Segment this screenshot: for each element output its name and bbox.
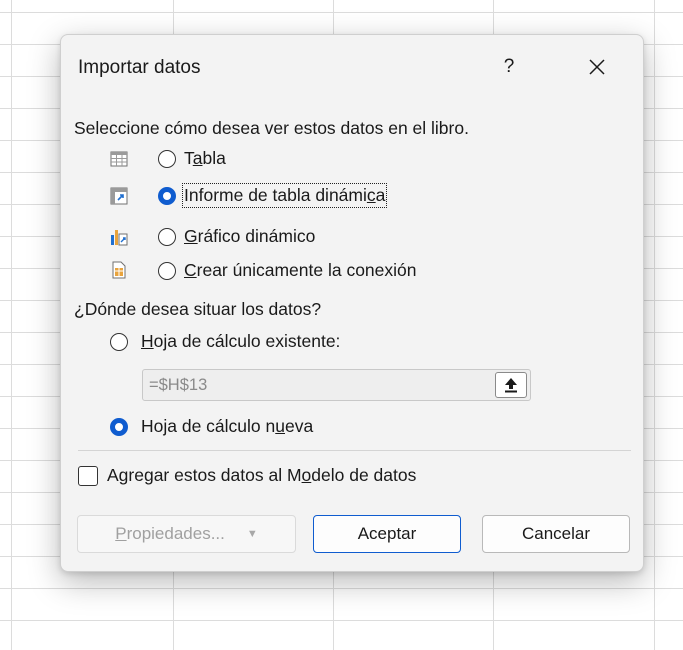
existing-sheet-label[interactable]: Hoja de cálculo existente: xyxy=(141,331,340,352)
table-icon xyxy=(110,151,128,167)
location-heading: ¿Dónde desea situar los datos? xyxy=(74,299,322,319)
radio-table[interactable] xyxy=(158,150,176,168)
connection-only-icon xyxy=(112,261,126,279)
close-button[interactable] xyxy=(579,49,615,85)
radio-existing-sheet[interactable] xyxy=(110,333,128,351)
radio-pivot-chart[interactable] xyxy=(158,228,176,246)
import-data-dialog: Importar datos ? Seleccione cómo desea v… xyxy=(60,34,644,572)
help-button[interactable]: ? xyxy=(491,49,527,85)
pivot-table-icon xyxy=(110,187,128,205)
data-model-label[interactable]: Agregar estos datos al Modelo de datos xyxy=(107,465,416,486)
cell-reference-input[interactable]: =$H$13 xyxy=(142,369,531,401)
cancel-button[interactable]: Cancelar xyxy=(482,515,630,553)
radio-new-sheet[interactable] xyxy=(110,418,128,436)
close-icon xyxy=(589,59,605,75)
pivot-chart-icon xyxy=(111,230,128,246)
ok-button[interactable]: Aceptar xyxy=(313,515,461,553)
divider xyxy=(78,450,631,451)
radio-connection-only[interactable] xyxy=(158,262,176,280)
option-pivot-chart-label[interactable]: Gráfico dinámico xyxy=(184,226,315,247)
upload-arrow-icon xyxy=(505,378,517,393)
option-pivot-table-label[interactable]: Informe de tabla dinámica xyxy=(181,183,388,208)
view-heading: Seleccione cómo desea ver estos datos en… xyxy=(74,118,469,138)
option-table-label[interactable]: Tabla xyxy=(184,148,226,169)
data-model-checkbox[interactable] xyxy=(78,466,98,486)
chevron-down-icon: ▼ xyxy=(246,528,258,540)
collapse-dialog-button[interactable] xyxy=(495,372,527,398)
radio-pivot-table[interactable] xyxy=(158,187,176,205)
dialog-title: Importar datos xyxy=(78,57,201,78)
option-connection-only-label[interactable]: Crear únicamente la conexión xyxy=(184,260,417,281)
properties-button[interactable]: Propiedades... ▼ xyxy=(77,515,296,553)
properties-button-label: Propiedades... xyxy=(115,524,225,543)
new-sheet-label[interactable]: Hoja de cálculo nueva xyxy=(141,416,313,437)
